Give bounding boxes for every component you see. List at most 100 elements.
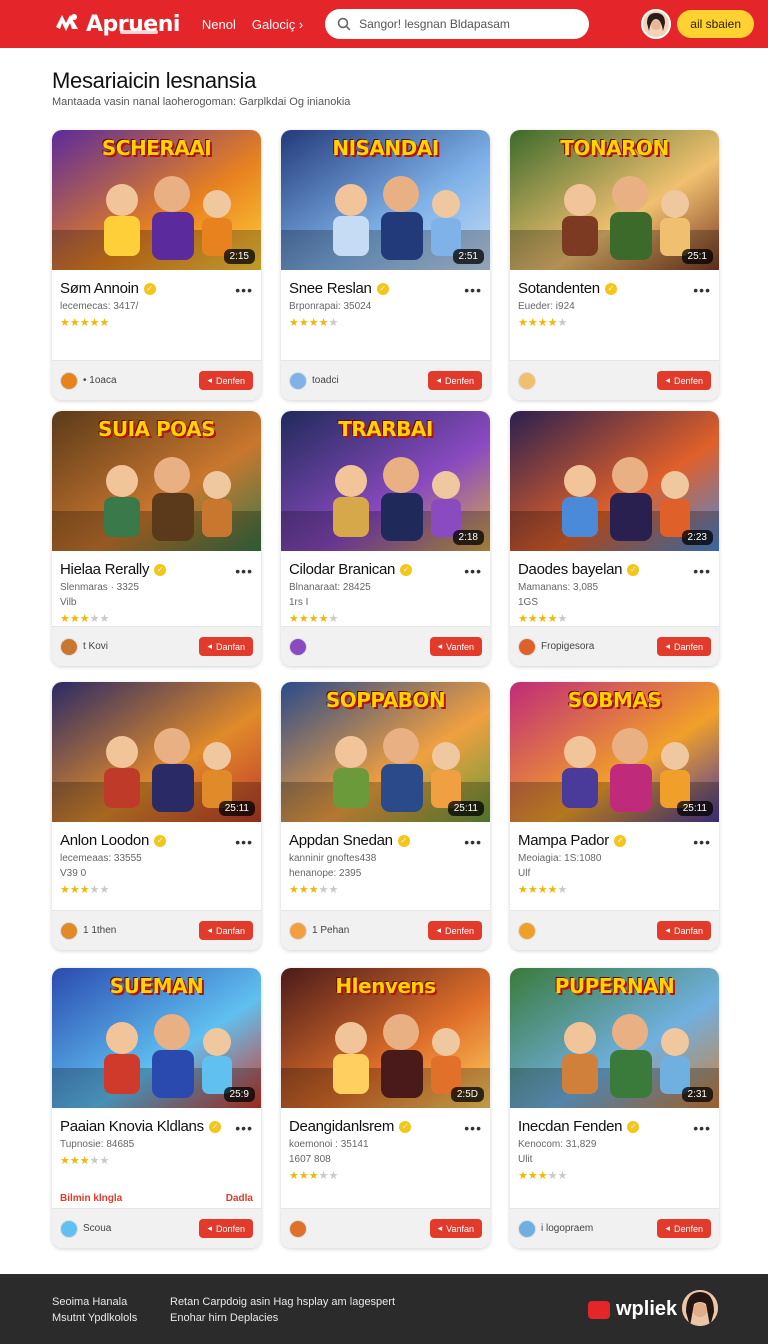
more-options-icon[interactable]: ••• [693, 282, 711, 298]
more-options-icon[interactable]: ••• [693, 834, 711, 850]
nav-link-2[interactable]: Galociç › [252, 17, 303, 32]
game-thumbnail[interactable]: Hlenvens 2:5D [281, 968, 490, 1108]
more-options-icon[interactable]: ••• [464, 282, 482, 298]
download-button[interactable]: ◂ Denfen [199, 371, 253, 390]
game-card[interactable]: SCHERAAI 2:15 Søm Annoin ✓ ••• lecemecas:… [52, 130, 261, 400]
game-thumbnail[interactable]: TRARBAI 2:18 [281, 411, 490, 551]
card-title[interactable]: Inecdan Fenden ✓ [518, 1118, 711, 1135]
game-card[interactable]: SOPPABON 25:11 Appdan Snedan ✓ ••• kannin… [281, 682, 490, 950]
card-title[interactable]: Paaian Knovia Kldlans ✓ [60, 1118, 253, 1135]
star-rating: ★★★★★ [518, 883, 711, 896]
logo-icon [52, 9, 82, 39]
footer-link[interactable]: Seoima Hanala [52, 1294, 137, 1310]
download-button[interactable]: ◂ Vanfan [429, 1219, 482, 1238]
search-input[interactable] [359, 17, 578, 31]
game-thumbnail[interactable]: NISANDAI 2:51 [281, 130, 490, 270]
game-thumbnail[interactable]: SOPPABON 25:11 [281, 682, 490, 822]
user-avatar[interactable] [641, 9, 672, 39]
card-title[interactable]: Hielaa Rerally ✓ [60, 561, 253, 578]
star-rating: ★★★★★ [60, 612, 253, 625]
game-card[interactable]: 2:23 Daodes bayelan ✓ ••• Mamanans: 3,085… [510, 411, 719, 666]
game-card[interactable]: TRARBAI 2:18 Cilodar Branican ✓ ••• Blnan… [281, 411, 490, 666]
creator-avatar[interactable] [289, 371, 307, 390]
promo-right[interactable]: Dadla [226, 1193, 253, 1204]
game-thumbnail[interactable]: SUIA POAS [52, 411, 261, 551]
search-bar[interactable] [325, 9, 590, 39]
more-options-icon[interactable]: ••• [235, 563, 253, 579]
download-button[interactable]: ◂ Danfen [657, 637, 711, 656]
card-body: Anlon Loodon ✓ ••• lecemeaas: 33555 V39 0… [52, 822, 261, 896]
game-thumbnail[interactable]: 2:23 [510, 411, 719, 551]
card-meta-2: 1rs I [289, 597, 309, 608]
footer-link[interactable]: Msutnt Ypdlkolols [52, 1310, 137, 1326]
card-body: Appdan Snedan ✓ ••• kanninir gnoftes438 h… [281, 822, 490, 896]
download-button[interactable]: ◂ Danfan [199, 637, 253, 656]
game-card[interactable]: SUIA POAS Hielaa Rerally ✓ ••• Slenmaras … [52, 411, 261, 666]
game-card[interactable]: SUEMAN 25:9 Paaian Knovia Kldlans ✓ ••• T… [52, 968, 261, 1248]
card-title[interactable]: Appdan Snedan ✓ [289, 832, 482, 849]
game-card[interactable]: 25:11 Anlon Loodon ✓ ••• lecemeaas: 33555… [52, 682, 261, 950]
verified-icon: ✓ [143, 282, 156, 295]
more-options-icon[interactable]: ••• [235, 282, 253, 298]
card-title[interactable]: Mampa Pador ✓ [518, 832, 711, 849]
game-card[interactable]: Hlenvens 2:5D Deangidanlsrem ✓ ••• koemon… [281, 968, 490, 1248]
more-options-icon[interactable]: ••• [464, 834, 482, 850]
star-rating: ★★★★★ [289, 316, 482, 329]
game-card[interactable]: SOBMAS 25:11 Mampa Pador ✓ ••• Meoiagia: … [510, 682, 719, 950]
more-options-icon[interactable]: ••• [235, 1120, 253, 1136]
thumbnail-title: SOPPABON [325, 688, 446, 712]
promo-left[interactable]: Bilmin klngla [60, 1193, 122, 1204]
nav-link-1[interactable]: Nenol [202, 17, 236, 32]
game-card[interactable]: TONARON 25:1 Sotandenten ✓ ••• Eueder: i9… [510, 130, 719, 400]
download-button[interactable]: ◂ Denfen [657, 371, 711, 390]
card-title[interactable]: Søm Annoin ✓ [60, 280, 253, 297]
game-thumbnail[interactable]: TONARON 25:1 [510, 130, 719, 270]
download-button[interactable]: ◂ Danfan [199, 921, 253, 940]
creator-avatar[interactable] [518, 371, 536, 390]
download-button[interactable]: ◂ Denfen [657, 1219, 711, 1238]
verified-icon: ✓ [208, 1120, 221, 1133]
card-title[interactable]: Sotandenten ✓ [518, 280, 711, 297]
star-rating: ★★★★★ [518, 316, 711, 329]
star-rating: ★★★★★ [60, 1154, 253, 1167]
brand-logo[interactable]: Aprueni [52, 9, 180, 39]
card-footer: ◂ Vanfan [281, 1208, 490, 1248]
creator-avatar[interactable] [289, 1219, 307, 1238]
creator-avatar[interactable] [60, 371, 78, 390]
download-button[interactable]: ◂ Danfan [657, 921, 711, 940]
card-meta: lecemecas: 3417/ [60, 301, 139, 312]
more-options-icon[interactable]: ••• [235, 834, 253, 850]
more-options-icon[interactable]: ••• [693, 1120, 711, 1136]
download-button[interactable]: ◂ Denfen [428, 921, 482, 940]
download-button[interactable]: ◂ Denfen [428, 371, 482, 390]
creator-avatar[interactable] [518, 1219, 536, 1238]
signup-button[interactable]: ail sbaien [677, 10, 754, 38]
game-thumbnail[interactable]: SUEMAN 25:9 [52, 968, 261, 1108]
download-button[interactable]: ◂ Vanfen [429, 637, 482, 656]
creator-avatar[interactable] [518, 921, 536, 940]
game-card[interactable]: PUPERNAN 2:31 Inecdan Fenden ✓ ••• Kenoco… [510, 968, 719, 1248]
card-title[interactable]: Deangidanlsrem ✓ [289, 1118, 482, 1135]
card-title-text: Appdan Snedan [289, 832, 393, 849]
more-options-icon[interactable]: ••• [464, 1120, 482, 1136]
game-thumbnail[interactable]: SCHERAAI 2:15 [52, 130, 261, 270]
creator-avatar[interactable] [289, 637, 307, 656]
card-title[interactable]: Snee Reslan ✓ [289, 280, 482, 297]
creator-avatar[interactable] [518, 637, 536, 656]
creator-avatar[interactable] [289, 921, 307, 940]
more-options-icon[interactable]: ••• [693, 563, 711, 579]
creator-avatar[interactable] [60, 637, 78, 656]
creator-avatar[interactable] [60, 1219, 78, 1238]
more-options-icon[interactable]: ••• [464, 563, 482, 579]
creator-avatar[interactable] [60, 921, 78, 940]
card-body: Sotandenten ✓ ••• Eueder: i924 ★★★★★ [510, 270, 719, 329]
footer-brand[interactable]: wpliek [588, 1298, 677, 1321]
download-button[interactable]: ◂ Donfen [199, 1219, 253, 1238]
game-thumbnail[interactable]: PUPERNAN 2:31 [510, 968, 719, 1108]
game-thumbnail[interactable]: 25:11 [52, 682, 261, 822]
game-card[interactable]: NISANDAI 2:51 Snee Reslan ✓ ••• Brponrapa… [281, 130, 490, 400]
card-title[interactable]: Cilodar Branican ✓ [289, 561, 482, 578]
card-title[interactable]: Daodes bayelan ✓ [518, 561, 711, 578]
game-thumbnail[interactable]: SOBMAS 25:11 [510, 682, 719, 822]
card-title[interactable]: Anlon Loodon ✓ [60, 832, 253, 849]
